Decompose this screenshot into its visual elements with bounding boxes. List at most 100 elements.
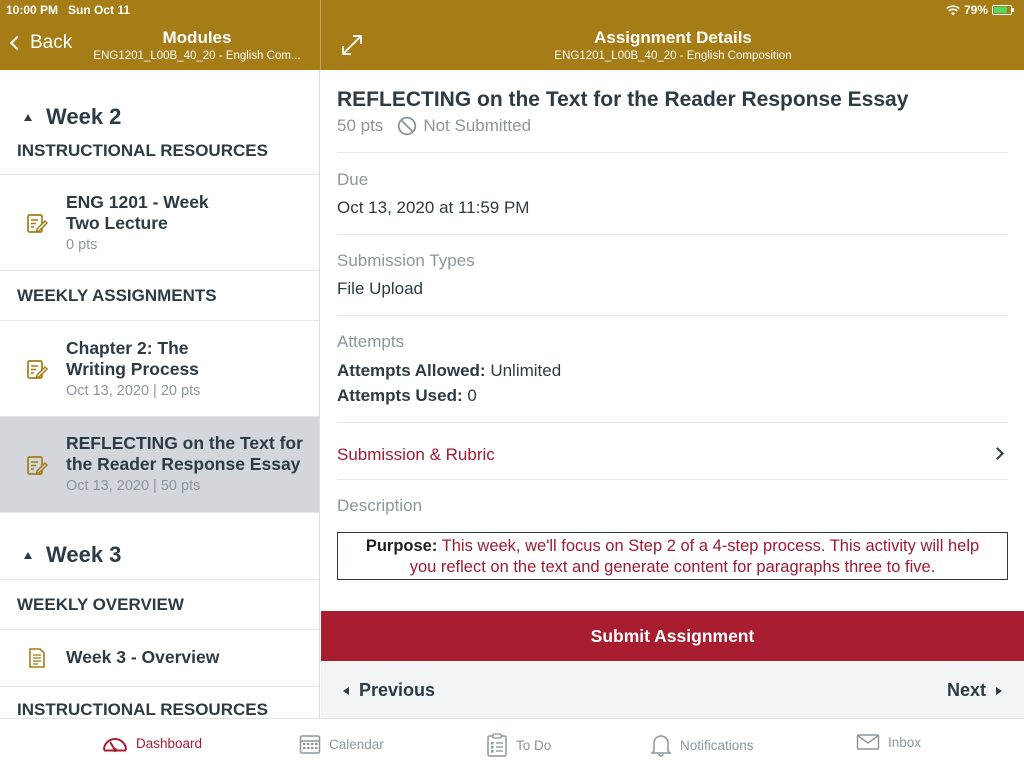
divider [337,234,1008,235]
tab-inbox-label: Inbox [888,734,922,750]
modules-sidebar[interactable]: Week 2 INSTRUCTIONAL RESOURCES ENG 1201 … [0,70,320,718]
assignment-detail-pane: REFLECTING on the Text for the Reader Re… [321,70,1024,718]
item-meta: Oct 13, 2020 | 50 pts [66,478,201,494]
tab-notifications[interactable]: Notifications [650,733,754,757]
section-label: WEEKLY OVERVIEW [17,594,184,614]
item-title-line: Writing Process [66,359,199,379]
description-label: Description [337,496,423,515]
chevron-left-icon [9,35,25,51]
chevron-right-icon [991,447,1004,460]
next-button[interactable]: Next [947,680,1002,701]
collapse-triangle-icon [24,552,32,559]
tab-calendar-label: Calendar [329,736,384,752]
module-item-reflecting[interactable]: REFLECTING on the Text for the Reader Re… [0,417,319,513]
divider [337,479,1008,480]
assignment-icon [27,360,48,379]
previous-button[interactable]: Previous [343,680,435,701]
item-title: Week 3 - Overview [66,647,220,667]
bell-icon [650,735,672,757]
tab-todo-label: To Do [516,737,552,753]
envelope-icon [856,734,880,750]
next-arrow-icon [996,686,1002,695]
week-3-label: Week 3 [46,542,122,567]
status-time-date: 10:00 PM Sun Oct 11 [6,3,131,17]
assignment-details-subtitle: ENG1201_L00B_40_20 - English Composition [554,50,792,62]
section-label: WEEKLY ASSIGNMENTS [17,285,217,305]
attempts-allowed-value: Unlimited [490,361,562,380]
assignment-points-row: 50 pts Not Submitted [337,116,531,136]
tab-todo[interactable]: To Do [486,733,551,757]
item-title: REFLECTING on the Text for the Reader Re… [66,433,311,475]
item-title: Chapter 2: The Writing Process [66,338,311,380]
module-item-chapter-2[interactable]: Chapter 2: The Writing Process Oct 13, 2… [0,321,319,417]
section-weekly-assignments: WEEKLY ASSIGNMENTS [0,271,319,321]
page-icon [29,648,45,668]
status-indicators: 79% [946,3,1014,17]
due-label: Due [337,170,369,189]
prev-next-bar: Previous Next [321,661,1024,718]
section-instructional-resources-2: INSTRUCTIONAL RESOURCES [0,687,319,718]
description-line-1: Purpose: This week, we'll focus on Step … [338,536,1007,557]
attempts-allowed: Attempts Allowed: Unlimited [337,361,561,381]
week-3-header[interactable]: Week 3 [0,542,319,580]
item-title: ENG 1201 - Week Two Lecture [66,192,311,234]
item-title-line: ENG 1201 - Week [66,192,209,212]
submission-rubric-row[interactable]: Submission & Rubric [321,425,1024,469]
dashboard-icon [103,738,127,752]
item-meta: Oct 13, 2020 | 20 pts [66,383,201,399]
submission-types-label: Submission Types [337,251,475,270]
modules-title-block: Modules ENG1201_L00B_40_20 - English Com… [80,28,314,64]
section-label: INSTRUCTIONAL RESOURCES [17,700,268,718]
collapse-triangle-icon [24,113,32,121]
attempts-used-value: 0 [467,386,477,405]
tab-dashboard[interactable]: Dashboard [102,733,202,753]
header: 10:00 PM Sun Oct 11 79% Back Modules ENG… [0,0,1024,70]
item-meta: 0 pts [66,237,98,253]
modules-title: Modules [162,28,232,47]
tab-inbox[interactable]: Inbox [856,733,921,751]
wifi-icon [946,4,960,15]
submit-assignment-button[interactable]: Submit Assignment [321,611,1024,661]
header-divider [320,0,321,70]
not-submitted-icon [398,116,417,136]
description-purpose: Purpose: [365,537,438,555]
description-text-1: This week, we'll focus on Step 2 of a 4-… [441,537,980,555]
submission-rubric-label: Submission & Rubric [337,445,495,464]
week-2-header[interactable]: Week 2 [0,102,319,132]
description-text-2: you reflect on the text and generate con… [409,558,936,576]
assignment-details-title-block: Assignment Details ENG1201_L00B_40_20 - … [322,28,1024,64]
tab-dashboard-label: Dashboard [136,735,203,751]
attempts-used-key: Attempts Used: [337,386,463,405]
tab-bar: Dashboard Calendar To Do Notifications I… [0,718,1024,768]
description-box: Purpose: This week, we'll focus on Step … [337,532,1008,580]
item-title-line: REFLECTING on the Text for [66,433,303,453]
back-label: Back [30,32,73,53]
attempts-label: Attempts [337,332,405,351]
item-title-line: Two Lecture [66,213,168,233]
item-title-line: the Reader Response Essay [66,454,301,474]
attempts-allowed-key: Attempts Allowed: [337,361,486,380]
assignment-details-title: Assignment Details [594,28,752,47]
module-item-week-3-overview[interactable]: Week 3 - Overview [0,630,319,687]
assignment-points: 50 pts [337,116,384,135]
item-title-line: Chapter 2: The [66,338,189,358]
battery-percent: 79% [963,3,988,17]
calendar-icon [299,735,321,754]
section-label: INSTRUCTIONAL RESOURCES [17,141,268,160]
previous-arrow-icon [343,686,349,695]
week-2-label: Week 2 [46,104,122,129]
assignment-icon [27,456,48,475]
previous-label: Previous [359,680,436,700]
modules-subtitle: ENG1201_L00B_40_20 - English Com... [93,50,301,62]
submission-status: Not Submitted [423,116,532,135]
tab-calendar[interactable]: Calendar [299,733,384,755]
back-button[interactable]: Back [8,32,72,54]
assignment-icon [27,214,48,233]
todo-icon [487,733,507,757]
divider [337,422,1008,423]
module-item-week-two-lecture[interactable]: ENG 1201 - Week Two Lecture 0 pts [0,175,319,271]
divider [337,152,1008,153]
battery-icon [992,5,1014,15]
section-weekly-overview: WEEKLY OVERVIEW [0,580,319,630]
submission-types-value: File Upload [337,279,423,298]
